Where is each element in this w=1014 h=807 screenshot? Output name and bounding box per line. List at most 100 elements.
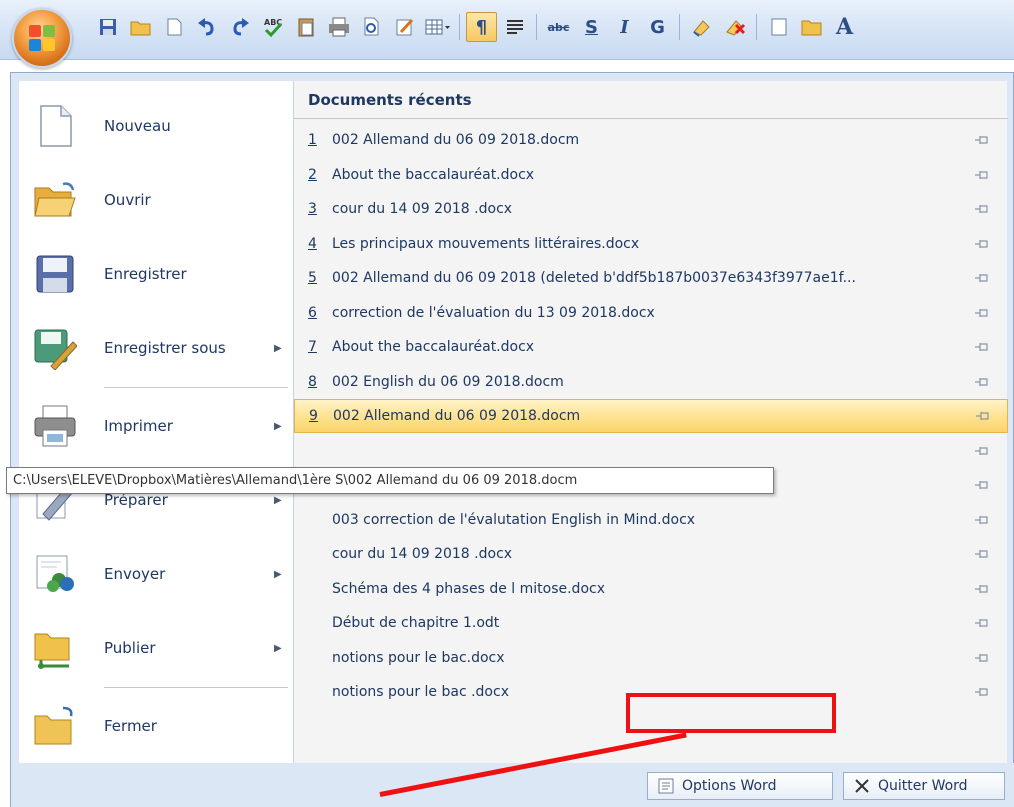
save-icon[interactable] [92,12,123,42]
pin-icon[interactable] [974,305,990,321]
redo-icon[interactable] [224,12,255,42]
pin-icon[interactable] [974,132,990,148]
pin-icon[interactable] [975,408,991,424]
font-icon[interactable]: A [829,12,860,42]
recent-document-name: cour du 14 09 2018 .docx [332,201,513,217]
options-icon [658,778,674,794]
recent-document-item[interactable]: 3 cour du 14 09 2018 .docx [294,192,1008,226]
publish-icon [34,633,70,669]
recent-document-number: 9 [309,408,318,424]
print-icon[interactable] [323,12,354,42]
annotation-highlight-box [626,693,836,733]
recent-document-item[interactable]: 6 correction de l'évaluation du 13 09 201… [294,296,1008,330]
recent-document-item[interactable] [294,434,1008,468]
new-icon[interactable] [158,12,189,42]
pin-icon[interactable] [974,236,990,252]
recent-documents-pane: Documents récents 1 002 Allemand du 06 09… [293,81,1008,763]
word-options-label: Options Word [682,778,777,794]
command-open[interactable]: Ouvrir [19,163,293,237]
recent-document-name: 002 English du 06 09 2018.docm [332,373,564,390]
print-preview-icon[interactable] [356,12,387,42]
recent-document-item[interactable]: notions pour le bac.docx [294,641,1008,675]
pin-icon[interactable] [974,650,990,666]
office-button[interactable] [12,8,72,68]
paste-icon[interactable] [290,12,321,42]
pin-icon[interactable] [974,581,990,597]
bold-icon[interactable]: G [642,12,673,42]
open-icon[interactable] [125,12,156,42]
command-print[interactable]: Imprimer ▶ [19,389,293,463]
submenu-arrow-icon: ▶ [274,568,282,580]
italic-icon[interactable]: I [609,12,640,42]
quit-word-label: Quitter Word [878,778,968,794]
recent-document-number: 7 [308,339,317,355]
strikethrough-icon[interactable]: abc [543,12,574,42]
recent-document-name: 002 Allemand du 06 09 2018.docm [332,132,580,148]
pin-icon[interactable] [974,167,990,183]
recent-document-name: notions pour le bac.docx [332,649,505,666]
paragraph-marks-icon[interactable]: ¶ [466,12,497,42]
clear-format-icon[interactable] [686,12,717,42]
office-menu: Nouveau Ouvrir Enregistrer Enregistrer s… [10,72,1014,807]
command-label: Fermer [104,717,157,735]
printer-icon [34,405,76,447]
recent-document-item[interactable]: 2 About the baccalauréat.docx [294,158,1008,192]
command-label: Ouvrir [104,191,151,209]
spelling-icon[interactable]: ABC [257,12,288,42]
table-icon[interactable] [422,12,453,42]
command-send[interactable]: Envoyer ▶ [19,537,293,611]
command-close[interactable]: Fermer [19,689,293,763]
pin-icon[interactable] [974,270,990,286]
pin-icon[interactable] [974,443,990,459]
recent-document-name: correction de l'évaluation du 13 09 2018… [332,304,655,321]
recent-document-number: 8 [308,373,317,390]
recent-document-number: 1 [308,132,317,148]
recent-document-item[interactable]: 1 002 Allemand du 06 09 2018.docm [294,123,1008,157]
recent-document-item[interactable]: 003 correction de l'évalutation English … [294,503,1008,537]
recent-document-name: Les principaux mouvements littéraires.do… [332,235,640,252]
pin-icon[interactable] [974,374,990,390]
pin-icon[interactable] [974,201,990,217]
recent-documents-title: Documents récents [294,81,1008,119]
command-publish[interactable]: Publier ▶ [19,611,293,685]
quit-word-button[interactable]: Quitter Word [843,772,1005,800]
submenu-arrow-icon: ▶ [274,342,282,354]
word-options-button[interactable]: Options Word [647,772,833,800]
recent-document-item[interactable]: Schéma des 4 phases de l mitose.docx [294,572,1008,606]
align-icon[interactable] [499,12,530,42]
toolbar-separator [756,14,757,40]
recent-document-item[interactable]: Début de chapitre 1.odt [294,606,1008,640]
pin-icon[interactable] [974,546,990,562]
command-label: Enregistrer sous [104,339,226,357]
pin-icon[interactable] [974,684,990,700]
delete-icon[interactable] [719,12,750,42]
pin-icon[interactable] [974,512,990,528]
command-save-as[interactable]: Enregistrer sous ▶ [19,311,293,385]
recent-document-item[interactable]: 4 Les principaux mouvements littéraires.d… [294,227,1008,261]
recent-document-name: About the baccalauréat.docx [332,339,535,355]
page-icon[interactable] [763,12,794,42]
recent-document-item[interactable]: 5 002 Allemand du 06 09 2018 (deleted b'd… [294,261,1008,295]
command-new[interactable]: Nouveau [19,89,293,163]
shadow-icon[interactable]: S [576,12,607,42]
submenu-arrow-icon: ▶ [274,494,282,506]
command-save[interactable]: Enregistrer [19,237,293,311]
pin-icon[interactable] [974,615,990,631]
command-label: Publier [104,639,156,657]
recent-document-item[interactable]: 7 About the baccalauréat.docx [294,330,1008,364]
pin-icon[interactable] [974,339,990,355]
recent-document-number: 3 [308,201,317,217]
save-as-icon [34,329,77,370]
save-disk-icon [36,255,74,293]
command-label: Envoyer [104,565,166,583]
recent-document-name: notions pour le bac .docx [332,684,509,700]
recent-document-item[interactable]: cour du 14 09 2018 .docx [294,537,1008,571]
pin-icon[interactable] [974,477,990,493]
command-label: Nouveau [104,117,171,135]
toolbar-separator [679,14,680,40]
edit-icon[interactable] [389,12,420,42]
folder-icon[interactable] [796,12,827,42]
recent-document-item[interactable]: 8 002 English du 06 09 2018.docm [294,365,1008,399]
recent-document-item[interactable]: 9 002 Allemand du 06 09 2018.docm [294,399,1008,433]
undo-icon[interactable] [191,12,222,42]
